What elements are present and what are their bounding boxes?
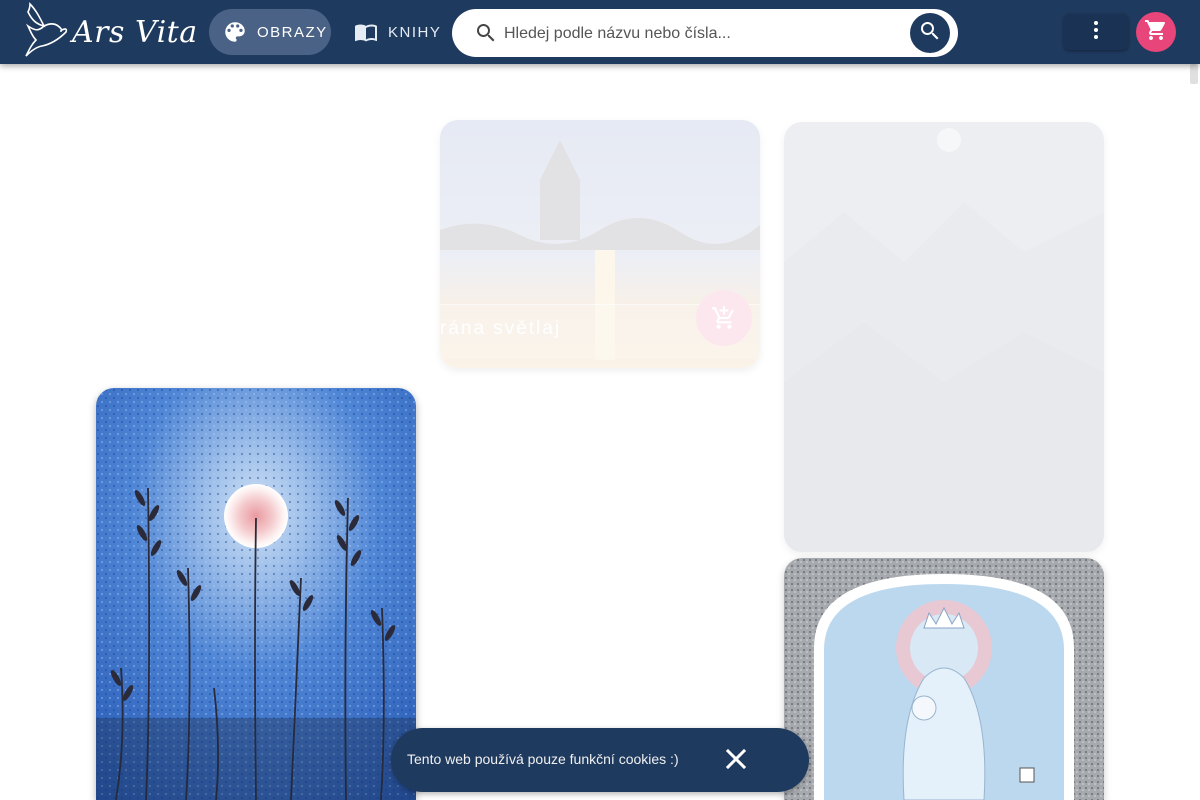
card-title: rána světlaj (440, 318, 562, 339)
logo-text: Ars Vita (72, 14, 198, 50)
painting-card[interactable] (784, 558, 1104, 800)
cookie-close-button[interactable] (723, 747, 749, 775)
more-vert-icon (1084, 18, 1108, 47)
cart-button[interactable] (1136, 12, 1176, 52)
search-icon (474, 21, 498, 45)
painting-card[interactable] (784, 122, 1104, 552)
painting-card[interactable]: rána světlaj (440, 120, 760, 368)
nav-knihy-label: KNIHY (388, 23, 442, 41)
cart-icon (1144, 18, 1168, 47)
palette-icon (221, 18, 249, 46)
painting-image (784, 122, 1104, 552)
logo[interactable]: Ars Vita (22, 1, 198, 63)
page-scrollbar[interactable] (1188, 64, 1200, 800)
painting-image (96, 388, 416, 800)
search-button[interactable] (910, 13, 950, 53)
painting-image (784, 558, 1104, 800)
painting-card[interactable] (96, 388, 416, 800)
book-icon (352, 18, 380, 46)
nav-knihy[interactable]: KNIHY (344, 9, 444, 55)
scrollbar-thumb[interactable] (1190, 64, 1198, 84)
cookie-banner: Tento web používá pouze funkční cookies … (391, 728, 809, 792)
search-submit-icon (918, 19, 942, 48)
top-app-bar: Ars Vita OBRAZY KNIHY (0, 0, 1200, 64)
add-to-cart-button[interactable] (696, 290, 752, 346)
cookie-text: Tento web používá pouze funkční cookies … (407, 751, 679, 767)
search-bar (452, 9, 958, 57)
nav-obrazy-label: OBRAZY (257, 23, 328, 41)
more-menu-button[interactable] (1064, 14, 1128, 50)
dove-icon (22, 1, 68, 63)
close-icon (725, 747, 747, 775)
nav-obrazy[interactable]: OBRAZY (209, 9, 331, 55)
add-cart-icon (711, 305, 737, 331)
search-input[interactable] (502, 19, 896, 49)
